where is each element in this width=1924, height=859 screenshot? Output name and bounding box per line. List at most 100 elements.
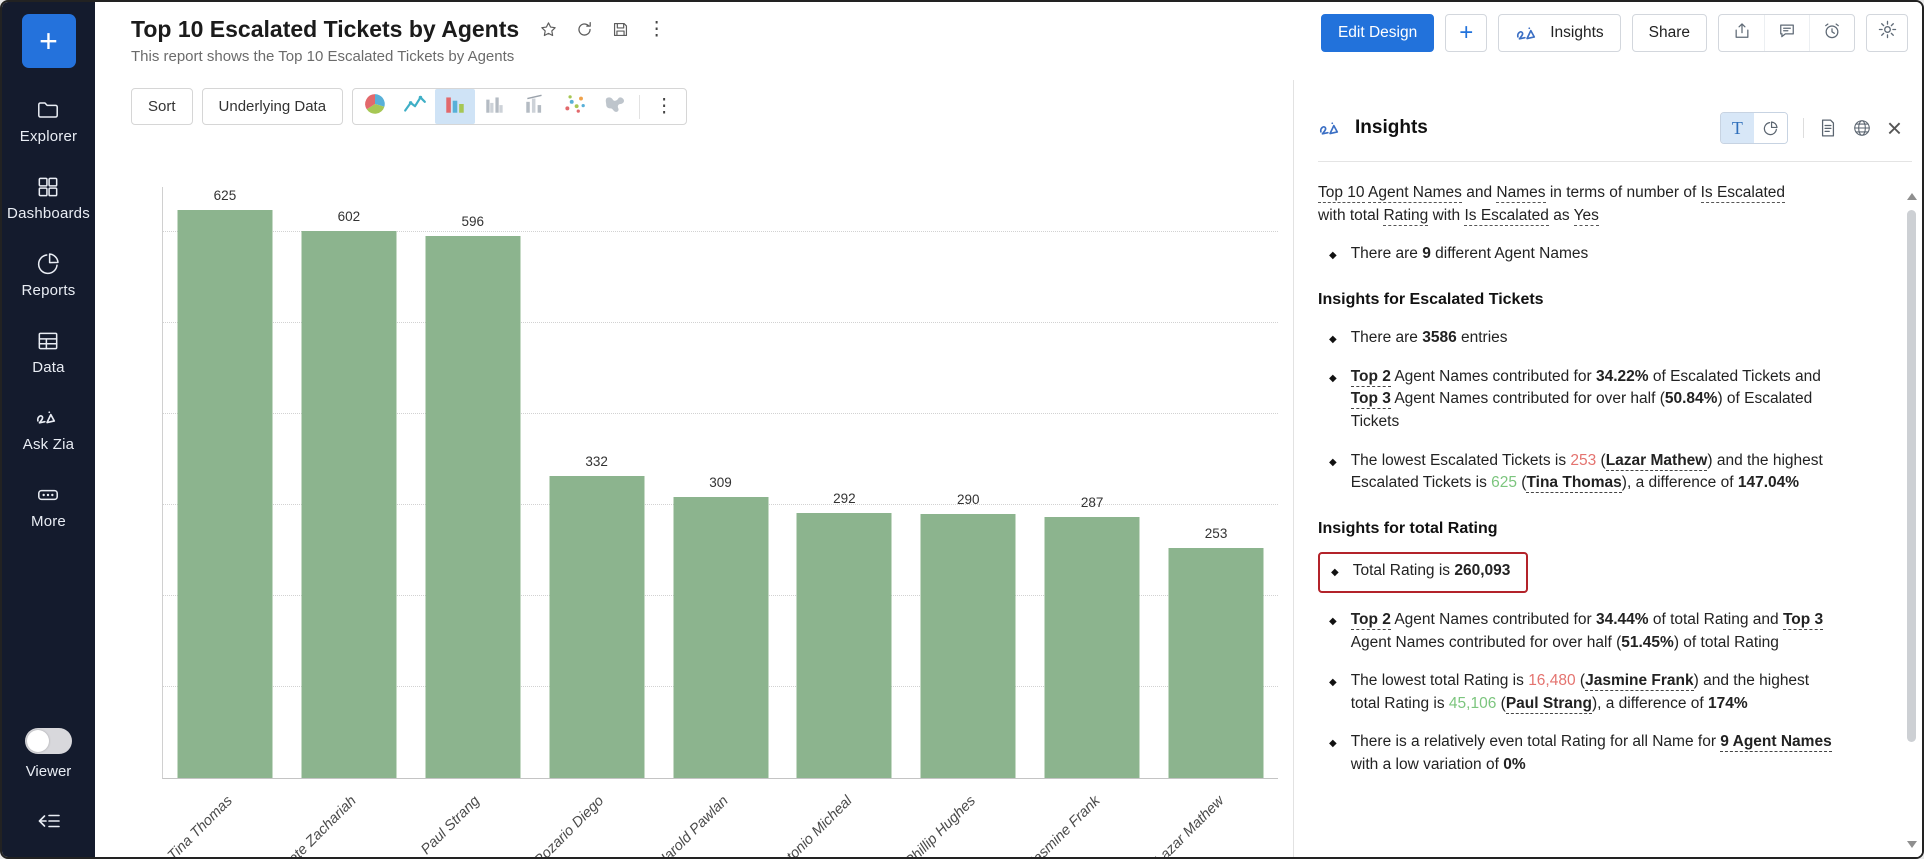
insight-term[interactable]: Is Escalated xyxy=(1464,207,1548,226)
insight-term[interactable]: Top 2 xyxy=(1351,368,1391,387)
sidebar: + Explorer Dashboards Reports Data Ask Zia Mo… xyxy=(2,2,95,857)
folder-icon xyxy=(35,96,61,123)
chart-bar[interactable] xyxy=(549,476,644,778)
document-icon[interactable] xyxy=(1819,118,1837,138)
collapse-sidebar-icon[interactable] xyxy=(36,810,62,837)
chart-view-button[interactable] xyxy=(1754,113,1787,143)
chart-type-pie[interactable] xyxy=(355,89,395,124)
sidebar-item-ask-zia[interactable]: Ask Zia xyxy=(7,404,90,453)
sidebar-item-reports[interactable]: Reports xyxy=(7,250,90,299)
chart-bar[interactable] xyxy=(797,513,892,778)
insight-term[interactable]: Jasmine Frank xyxy=(1585,672,1694,691)
bullet-diamond-icon: ◆ xyxy=(1318,609,1351,654)
insights-button[interactable]: Insights xyxy=(1498,14,1620,52)
insight-bullet: ◆There are 9 different Agent Names xyxy=(1318,243,1874,266)
insight-term[interactable]: Rating xyxy=(1383,207,1428,226)
chart-bar[interactable] xyxy=(301,231,396,778)
settings-button[interactable] xyxy=(1866,14,1908,52)
chart-bar[interactable] xyxy=(921,514,1016,778)
insight-term[interactable]: 9 Agent Names xyxy=(1720,733,1831,752)
insight-bullet-text: Top 2 Agent Names contributed for 34.44%… xyxy=(1351,609,1839,654)
chart-type-line[interactable] xyxy=(395,89,435,124)
insights-title: Insights xyxy=(1355,117,1428,139)
insight-term[interactable]: Is Escalated xyxy=(1701,184,1785,203)
globe-icon[interactable] xyxy=(1852,118,1872,138)
insight-term[interactable]: Yes xyxy=(1574,207,1599,226)
insights-scrollbar xyxy=(1905,192,1919,849)
app-window: + Explorer Dashboards Reports Data Ask Zia Mo… xyxy=(0,0,1924,859)
bullet-diamond-icon: ◆ xyxy=(1318,327,1351,350)
insights-section-heading: Insights for Escalated Tickets xyxy=(1318,288,1874,311)
chart-column: Sort Underlying Data ⋮ 62560259633230929… xyxy=(95,80,1293,857)
underlying-data-button[interactable]: Underlying Data xyxy=(202,88,344,125)
x-axis-label: Harold Pawlan xyxy=(653,793,731,859)
sidebar-item-label: Ask Zia xyxy=(23,436,74,453)
insight-term[interactable]: Names xyxy=(1496,184,1545,203)
comment-icon xyxy=(1777,21,1797,46)
insight-term[interactable]: Top 3 xyxy=(1783,611,1823,630)
chart-options-menu[interactable]: ⋮ xyxy=(644,89,684,124)
chart-bar[interactable] xyxy=(1045,517,1140,778)
export-button[interactable] xyxy=(1719,15,1764,51)
insight-term[interactable]: Agent Names xyxy=(1368,184,1462,203)
insight-term[interactable]: Top 10 xyxy=(1318,184,1365,203)
insight-bullet-text: The lowest total Rating is 16,480 (Jasmi… xyxy=(1351,670,1839,715)
title-action-icons: ⋮ xyxy=(539,20,666,39)
sidebar-item-more[interactable]: More xyxy=(7,481,90,530)
chart-type-bar-gray2[interactable] xyxy=(515,89,555,124)
insight-term[interactable]: Tina Thomas xyxy=(1526,474,1621,493)
insight-text: There is a relatively even total Rating … xyxy=(1351,733,1721,750)
insight-text: 50.84% xyxy=(1665,390,1718,407)
kebab-icon[interactable]: ⋮ xyxy=(647,20,666,39)
history-button[interactable] xyxy=(1809,15,1854,51)
chart-type-map[interactable] xyxy=(595,89,635,124)
table-icon xyxy=(35,327,61,354)
insights-panel: Insights T × Top 10 Agent Names and Name… xyxy=(1293,80,1922,857)
save-icon[interactable] xyxy=(611,20,630,39)
sort-button[interactable]: Sort xyxy=(131,88,193,125)
insight-bullet: ◆Top 2 Agent Names contributed for 34.22… xyxy=(1318,366,1874,434)
chart-type-scatter[interactable] xyxy=(555,89,595,124)
insight-text: entries xyxy=(1457,329,1508,346)
sidebar-item-explorer[interactable]: Explorer xyxy=(7,96,90,145)
grid-icon xyxy=(35,173,61,200)
chart-type-bar-gray1[interactable] xyxy=(475,89,515,124)
add-button[interactable]: + xyxy=(1445,14,1487,52)
insight-text: different Agent Names xyxy=(1431,245,1588,262)
scrollbar-thumb[interactable] xyxy=(1907,210,1916,742)
insight-text: 51.45% xyxy=(1621,634,1674,651)
insights-controls: T × xyxy=(1720,112,1902,144)
insight-text: Agent Names contributed for xyxy=(1391,611,1596,628)
chart-type-bar[interactable] xyxy=(435,89,475,124)
x-axis-label: Jasmine Frank xyxy=(1025,793,1104,859)
bar-group: 287 xyxy=(1030,187,1154,778)
viewer-mode-toggle[interactable] xyxy=(25,728,72,754)
insight-term[interactable]: Paul Strang xyxy=(1506,695,1592,714)
chart-bar[interactable] xyxy=(1169,548,1264,778)
scroll-down-arrow[interactable] xyxy=(1907,841,1917,849)
insights-view-toggle: T xyxy=(1720,112,1788,144)
share-button[interactable]: Share xyxy=(1632,14,1707,52)
pie-icon xyxy=(35,250,61,277)
insight-term[interactable]: Lazar Mathew xyxy=(1606,452,1708,471)
chart-type-pie-icon xyxy=(363,92,387,121)
insight-term[interactable]: Top 2 xyxy=(1351,611,1391,630)
scroll-up-arrow[interactable] xyxy=(1907,192,1917,200)
comment-button[interactable] xyxy=(1764,15,1809,51)
create-new-button[interactable]: + xyxy=(22,14,76,68)
chart-bar[interactable] xyxy=(673,497,768,778)
x-axis-label: Paul Strang xyxy=(418,793,483,858)
edit-design-button[interactable]: Edit Design xyxy=(1321,14,1434,52)
insight-text: 0% xyxy=(1503,756,1525,773)
chart-bar[interactable] xyxy=(177,210,272,778)
text-view-button[interactable]: T xyxy=(1721,113,1754,143)
sidebar-item-dashboards[interactable]: Dashboards xyxy=(7,173,90,222)
close-insights-icon[interactable]: × xyxy=(1887,115,1902,141)
sidebar-item-data[interactable]: Data xyxy=(7,327,90,376)
refresh-icon[interactable] xyxy=(575,20,594,39)
insight-term[interactable]: Top 3 xyxy=(1351,390,1391,409)
insights-body: Top 10 Agent Names and Names in terms of… xyxy=(1294,162,1922,803)
chart-bar[interactable] xyxy=(425,236,520,778)
sidebar-item-label: Reports xyxy=(22,282,76,299)
star-icon[interactable] xyxy=(539,20,558,39)
